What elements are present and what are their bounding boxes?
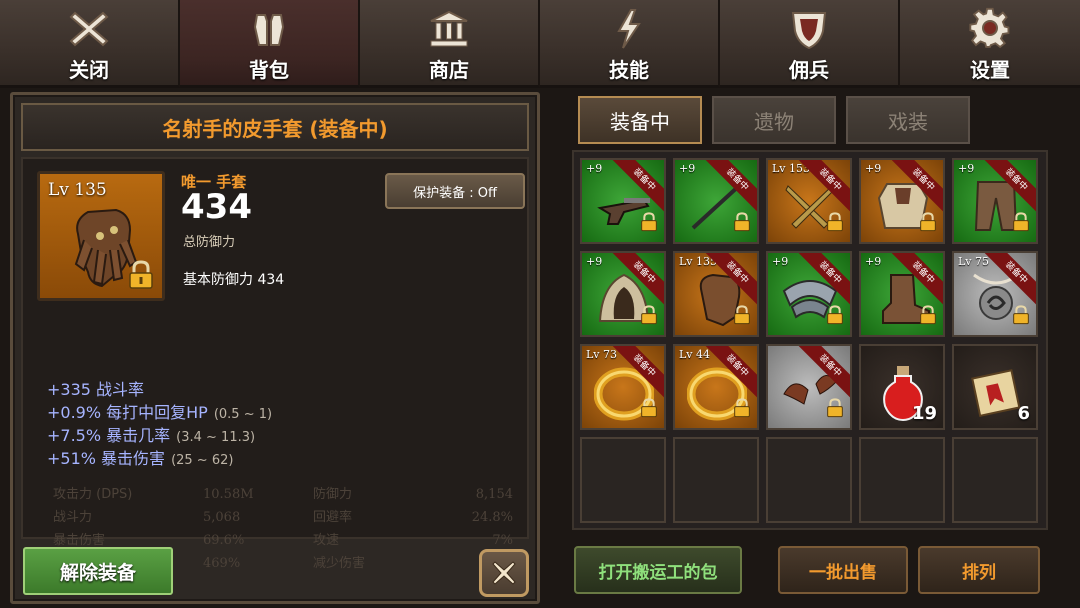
inventory-slot-empty[interactable] [859,437,945,523]
base-defense: 基本防御力 434 [183,272,285,288]
bulk-sell-button[interactable]: 一批出售 [778,546,908,594]
protect-equipment-button[interactable]: 保护装备 : Off [385,173,525,209]
lock-icon [733,398,751,422]
unequip-button[interactable]: 解除装备 [23,547,173,595]
slot-level: +9 [865,255,882,268]
close-icon [67,6,111,52]
inventory-slot-boots[interactable]: +9 装备中 [859,251,945,337]
stack-count: 19 [911,403,937,424]
slot-level: +9 [586,162,603,175]
close-detail-button[interactable] [479,549,529,597]
tab-equipped[interactable]: 装备中 [578,96,702,144]
nav-tab-label: 技能 [609,58,649,82]
bonus-stat: +335 战斗率 [47,380,145,399]
item-detail-panel: 名射手的皮手套 (装备中) Lv 135 唯一 手套 434 总防御力 基本防御… [10,92,540,604]
open-porter-bag-button[interactable]: 打开搬运工的包 [574,546,742,594]
nav-tab-mercenary[interactable]: 佣兵 [720,0,900,88]
nav-tab-close[interactable]: 关闭 [0,0,180,88]
lock-icon [733,305,751,329]
lock-icon [826,212,844,236]
inventory-grid: +9 装备中 +9 装备中 Lv 153 装备中 +9 装备中 +9 装备中 +9 装备中 Lv 135… [572,150,1048,530]
gear-icon [968,6,1012,52]
nav-tab-label: 设置 [970,58,1010,82]
lock-icon [1012,212,1030,236]
lock-icon [919,212,937,236]
nav-tab-backpack[interactable]: 背包 [180,0,360,88]
lock-icon [826,305,844,329]
item-title: 名射手的皮手套 (装备中) [162,116,388,141]
stat-row: 战斗力 5,068 回避率 24.8% [53,510,513,525]
inventory-slot-wings[interactable]: 装备中 [766,344,852,430]
top-navigation: 关闭 背包 商店 技能 佣兵 设置 [0,0,1080,88]
lock-icon [919,305,937,329]
sort-button[interactable]: 排列 [918,546,1040,594]
inventory-slot-potion[interactable]: 19 [859,344,945,430]
nav-tab-settings[interactable]: 设置 [900,0,1080,88]
inventory-slot-pants[interactable]: +9 装备中 [952,158,1038,244]
inventory-slot-empty[interactable] [580,437,666,523]
inventory-slot-scroll[interactable]: 6 [952,344,1038,430]
lock-icon [129,260,153,289]
total-defense-value: 434 [181,187,252,227]
inventory-slot-chest-armor[interactable]: +9 装备中 [859,158,945,244]
lock-icon [640,305,658,329]
inventory-slot-empty[interactable] [952,437,1038,523]
stack-count: 6 [1017,403,1030,424]
slot-level: +9 [865,162,882,175]
mercenary-shield-icon [787,6,831,52]
bonus-stat: +7.5% 暴击几率 (3.4 ~ 11.3) [47,426,256,445]
bonus-stat: +51% 暴击伤害 (25 ~ 62) [47,449,234,468]
inventory-slot-spear[interactable]: +9 装备中 [673,158,759,244]
slot-level: +9 [586,255,603,268]
backpack-icon [247,6,291,52]
nav-tab-label: 商店 [429,58,469,82]
lock-icon [1012,305,1030,329]
nav-tab-label: 关闭 [69,58,109,82]
item-portrait[interactable]: Lv 135 [37,171,165,301]
inventory-slot-pistol[interactable]: +9 装备中 [580,158,666,244]
lock-icon [640,212,658,236]
item-level: Lv 135 [48,180,107,200]
slot-level: +9 [958,162,975,175]
inventory-slot-hood[interactable]: +9 装备中 [580,251,666,337]
nav-tab-label: 背包 [249,58,289,82]
shop-icon [427,6,471,52]
slot-level: Lv 44 [679,348,711,361]
skill-icon [607,6,651,52]
nav-tab-shop[interactable]: 商店 [360,0,540,88]
slot-level: +9 [679,162,696,175]
tab-relics[interactable]: 遗物 [712,96,836,144]
lock-icon [826,398,844,422]
nav-tab-label: 佣兵 [789,58,829,82]
slot-level: Lv 73 [586,348,618,361]
total-defense-label: 总防御力 [183,235,236,250]
inventory-slot-pauldron[interactable]: +9 装备中 [766,251,852,337]
inventory-slot-daggers[interactable]: Lv 153 装备中 [766,158,852,244]
inventory-slot-ring[interactable]: Lv 73 装备中 [580,344,666,430]
lock-icon [733,212,751,236]
inventory-slot-empty[interactable] [673,437,759,523]
inventory-slot-empty[interactable] [766,437,852,523]
inventory-slot-ring[interactable]: Lv 44 装备中 [673,344,759,430]
bonus-stat: +0.9% 每打中回复HP (0.5 ~ 1) [47,403,273,422]
item-title-bar: 名射手的皮手套 (装备中) [21,103,529,151]
inventory-slot-gloves[interactable]: Lv 135 装备中 [673,251,759,337]
slot-level: Lv 75 [958,255,990,268]
nav-tab-skill[interactable]: 技能 [540,0,720,88]
stat-row: 攻击力 (DPS) 10.58M 防御力 8,154 [53,487,513,502]
slot-level: +9 [772,255,789,268]
bonus-stat-list: +335 战斗率 +0.9% 每打中回复HP (0.5 ~ 1) +7.5% 暴击… [47,379,272,471]
close-icon [492,561,516,585]
item-detail-box: Lv 135 唯一 手套 434 总防御力 基本防御力 434 保护装备 : O… [21,157,529,539]
tab-costumes[interactable]: 戏装 [846,96,970,144]
inventory-slot-amulet[interactable]: Lv 75 装备中 [952,251,1038,337]
lock-icon [640,398,658,422]
